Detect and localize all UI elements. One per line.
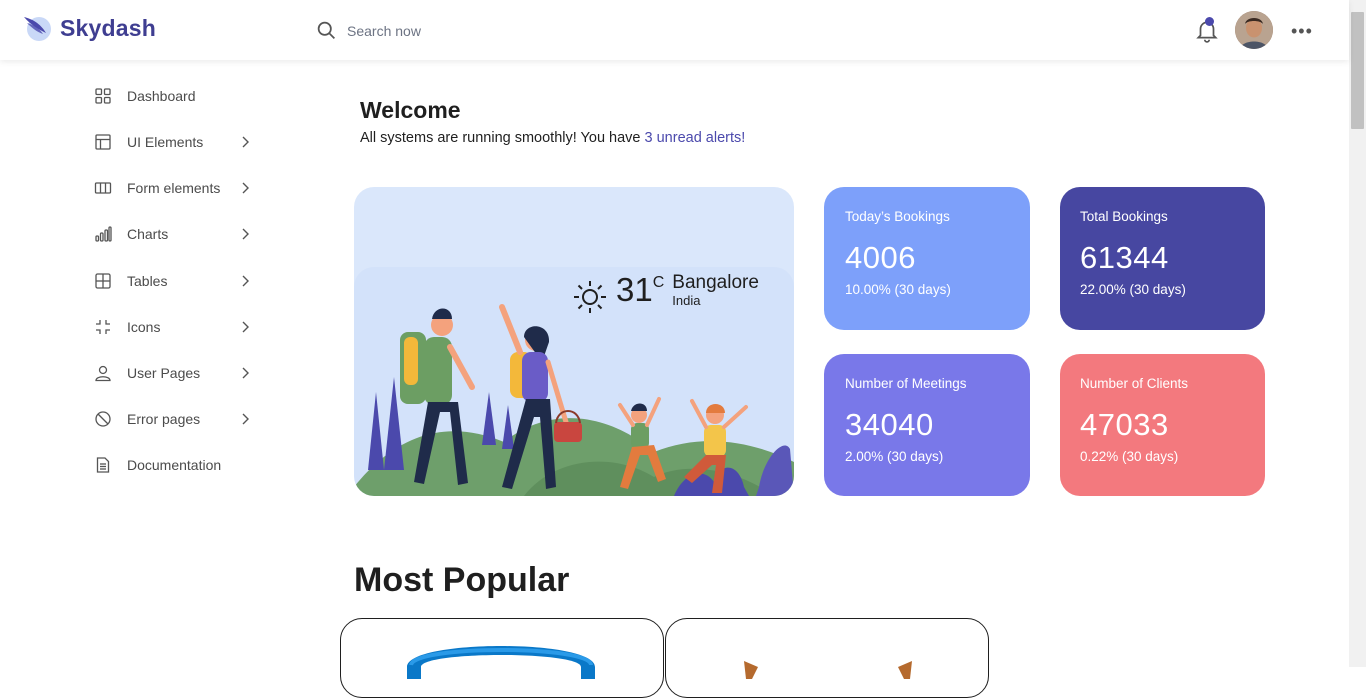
search-icon[interactable]: [316, 20, 337, 41]
stat-value: 61344: [1080, 240, 1169, 275]
popular-card[interactable]: [665, 618, 989, 698]
stat-card-number-of-meetings[interactable]: Number of Meetings 34040 2.00% (30 days): [824, 354, 1030, 496]
stat-value: 47033: [1080, 407, 1169, 442]
brand-name: Skydash: [60, 14, 157, 41]
hikers-illustration: [354, 267, 794, 496]
stat-title: Today’s Bookings: [845, 209, 950, 224]
sidebar-item-form-elements[interactable]: Form elements: [93, 176, 258, 200]
scrollbar-thumb[interactable]: [1351, 12, 1364, 129]
stat-change: 2.00% (30 days): [845, 449, 944, 464]
sidebar-item-icons[interactable]: Icons: [93, 315, 258, 339]
stat-card-todays-bookings[interactable]: Today’s Bookings 4006 10.00% (30 days): [824, 187, 1030, 330]
temperature: 31C: [616, 273, 664, 306]
welcome-text: All systems are running smoothly! You ha…: [360, 130, 645, 146]
weather-card: [354, 187, 794, 496]
sidebar-item-label: Charts: [127, 226, 169, 242]
sun-icon: [574, 281, 606, 313]
brand-logo[interactable]: Skydash: [22, 13, 156, 43]
stat-change: 0.22% (30 days): [1080, 449, 1179, 464]
sidebar-item-label: UI Elements: [127, 134, 204, 150]
sidebar-item-label: Form elements: [127, 180, 221, 196]
user-icon: [93, 363, 113, 383]
sidebar-item-label: Dashboard: [127, 88, 196, 104]
sidebar-item-tables[interactable]: Tables: [93, 269, 258, 293]
more-options-icon[interactable]: •••: [1291, 21, 1313, 42]
sidebar-item-user-pages[interactable]: User Pages: [93, 361, 258, 385]
chevron-right-icon: [242, 367, 249, 379]
grid-icon: [93, 86, 113, 106]
stat-change: 22.00% (30 days): [1080, 282, 1186, 297]
chevron-right-icon: [242, 321, 249, 333]
page-title: Welcome: [360, 97, 461, 123]
bar-chart-icon: [93, 224, 113, 244]
sidebar-item-dashboard[interactable]: Dashboard: [93, 84, 258, 108]
wing-icon: [24, 17, 51, 41]
search-input[interactable]: [347, 22, 547, 39]
stat-title: Number of Meetings: [845, 376, 967, 391]
table-icon: [93, 271, 113, 291]
notification-dot: [1205, 17, 1214, 26]
stat-title: Number of Clients: [1080, 376, 1189, 391]
chevron-right-icon: [242, 182, 249, 194]
welcome-subtitle: All systems are running smoothly! You ha…: [360, 130, 745, 146]
city-name: Bangalore: [672, 272, 759, 293]
chevron-right-icon: [242, 136, 249, 148]
sidebar-item-ui-elements[interactable]: UI Elements: [93, 130, 258, 154]
stat-card-total-bookings[interactable]: Total Bookings 61344 22.00% (30 days): [1060, 187, 1265, 330]
sidebar-item-error-pages[interactable]: Error pages: [93, 407, 258, 431]
document-icon: [93, 455, 113, 475]
stat-value: 34040: [845, 407, 934, 442]
chevron-right-icon: [242, 228, 249, 240]
stat-card-number-of-clients[interactable]: Number of Clients 47033 0.22% (30 days): [1060, 354, 1265, 496]
temperature-value: 31: [616, 271, 653, 308]
card-thumbnail: [744, 661, 912, 679]
temperature-unit: C: [652, 274, 665, 291]
chevron-right-icon: [242, 413, 249, 425]
avatar[interactable]: [1235, 11, 1273, 49]
sidebar-item-label: User Pages: [127, 365, 201, 381]
sidebar-item-documentation[interactable]: Documentation: [93, 453, 258, 477]
stat-title: Total Bookings: [1080, 209, 1168, 224]
sidebar-item-label: Documentation: [127, 457, 222, 473]
card-thumbnail: [407, 646, 595, 679]
columns-icon: [93, 178, 113, 198]
popular-card[interactable]: [340, 618, 664, 698]
unread-alerts-link[interactable]: 3 unread alerts!: [645, 130, 746, 146]
chevron-right-icon: [242, 275, 249, 287]
sidebar-item-charts[interactable]: Charts: [93, 222, 258, 246]
ban-icon: [93, 409, 113, 429]
layout-icon: [93, 132, 113, 152]
sidebar-item-label: Icons: [127, 319, 161, 335]
top-navbar: Skydash •••: [0, 0, 1349, 60]
location: Bangalore India: [672, 273, 759, 307]
search-bar: [316, 20, 547, 41]
stat-value: 4006: [845, 240, 916, 275]
stat-change: 10.00% (30 days): [845, 282, 951, 297]
section-title-most-popular: Most Popular: [354, 561, 570, 599]
sidebar-item-label: Tables: [127, 273, 168, 289]
sidebar-item-label: Error pages: [127, 411, 201, 427]
country-name: India: [672, 293, 701, 308]
weather-widget: 31C Bangalore India: [572, 273, 759, 315]
minimize-icon: [93, 317, 113, 337]
